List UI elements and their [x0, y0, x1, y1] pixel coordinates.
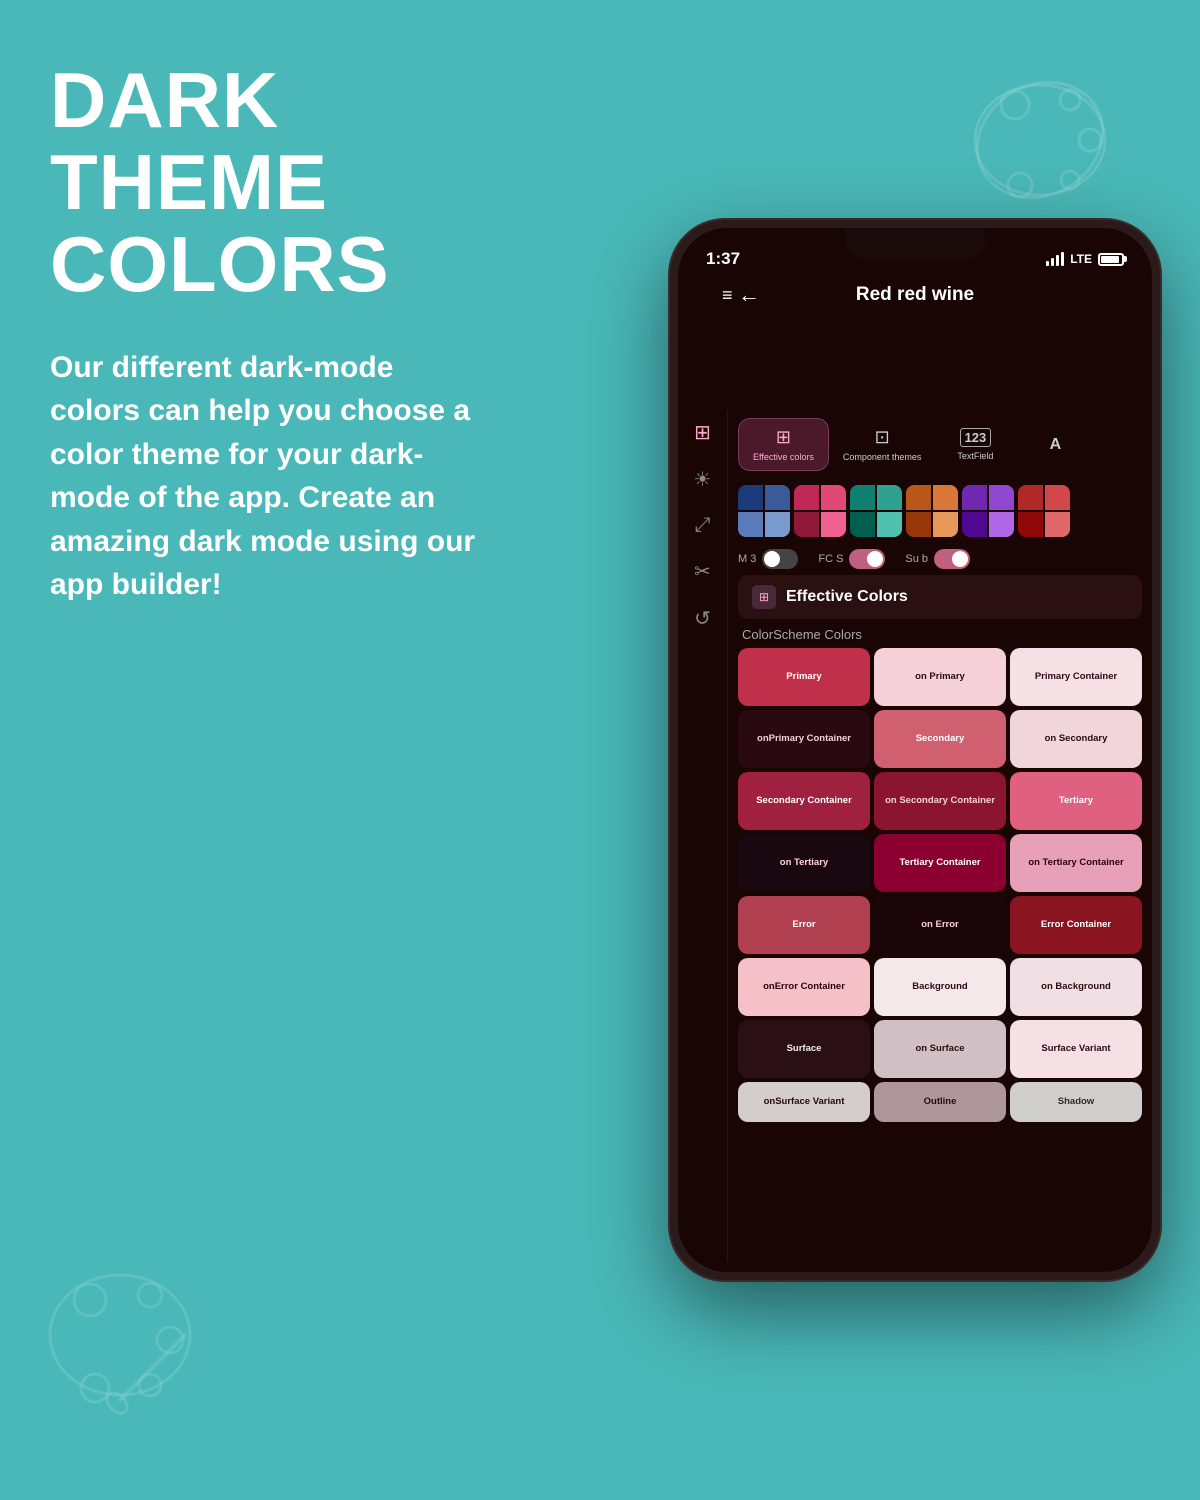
swatch-group-5[interactable] — [962, 485, 1014, 537]
effective-colors-tab-label: Effective colors — [753, 452, 814, 462]
color-row-1: Primary on Primary Primary Container — [738, 648, 1142, 706]
chip-on-error[interactable]: on Error — [874, 896, 1006, 954]
swatch-group-4[interactable] — [906, 485, 958, 537]
component-themes-tab-label: Component themes — [843, 452, 922, 462]
chip-background[interactable]: Background — [874, 958, 1006, 1016]
phone-screen: 1:37 LTE ≡ ← Red — [678, 228, 1152, 1272]
phone-container: 1:37 LTE ≡ ← Red — [670, 220, 1160, 1280]
toggle-m3-switch[interactable] — [762, 549, 798, 569]
chip-on-primary-container[interactable]: onPrimary Container — [738, 710, 870, 768]
tab-textfield[interactable]: 123 TextField — [935, 418, 1015, 471]
status-time: 1:37 — [706, 249, 740, 269]
brightness-icon[interactable]: ☀ — [694, 467, 712, 492]
more-tab-icon: A — [1050, 436, 1062, 454]
toggle-fcs-label: FC S — [818, 553, 843, 565]
volume-up-button — [670, 423, 673, 483]
toggle-m3[interactable]: M 3 — [738, 549, 798, 569]
phone-notch — [845, 228, 985, 260]
effective-colors-icon: ⊞ — [752, 585, 776, 609]
chip-tertiary[interactable]: Tertiary — [1010, 772, 1142, 830]
color-row-7: Surface on Surface Surface Variant — [738, 1020, 1142, 1078]
scissors-icon[interactable]: ✂ — [694, 559, 711, 584]
volume-down-button — [670, 493, 673, 553]
chip-shadow[interactable]: Shadow — [1010, 1082, 1142, 1122]
chip-on-surface-variant[interactable]: onSurface Variant — [738, 1082, 870, 1122]
color-grid: Primary on Primary Primary Container onP… — [728, 648, 1152, 1122]
swatches-section — [728, 479, 1152, 543]
power-button — [1157, 408, 1160, 478]
swatch-group-6[interactable] — [1018, 485, 1070, 537]
back-button[interactable]: ← — [738, 282, 760, 308]
chip-tertiary-container[interactable]: Tertiary Container — [874, 834, 1006, 892]
color-row-3: Secondary Container on Secondary Contain… — [738, 772, 1142, 830]
color-row-4: on Tertiary Tertiary Container on Tertia… — [738, 834, 1142, 892]
color-row-8: onSurface Variant Outline Shadow — [738, 1082, 1142, 1122]
palette-decoration-bottom-left — [30, 1240, 230, 1440]
tab-effective-colors[interactable]: ⊞ Effective colors — [738, 418, 829, 471]
app-header: ≡ ← Red red wine — [678, 276, 1152, 314]
chip-on-background[interactable]: on Background — [1010, 958, 1142, 1016]
battery-icon — [1098, 253, 1124, 266]
left-content: DARK THEME COLORS Our different dark-mod… — [50, 60, 480, 607]
lte-label: LTE — [1070, 252, 1092, 266]
toggle-fcs-switch[interactable] — [849, 549, 885, 569]
toggle-m3-label: M 3 — [738, 553, 756, 565]
swatches-row — [738, 485, 1142, 537]
chip-error[interactable]: Error — [738, 896, 870, 954]
toggle-sub-switch[interactable] — [934, 549, 970, 569]
toggle-sub-label: Su b — [905, 553, 928, 565]
sidebar-strip: ⊞ ☀ ⤢ ✂ ↺ — [678, 410, 728, 1262]
palette-decoration-top-right — [960, 50, 1140, 210]
chip-on-primary[interactable]: on Primary — [874, 648, 1006, 706]
colorscheme-label: ColorScheme Colors — [728, 619, 1152, 648]
app-title: Red red wine — [856, 284, 974, 306]
grid-icon[interactable]: ⊞ — [694, 420, 711, 445]
mute-button — [670, 368, 673, 408]
textfield-tab-label: TextField — [957, 451, 993, 461]
color-row-6: onError Container Background on Backgrou… — [738, 958, 1142, 1016]
chip-on-error-container[interactable]: onError Container — [738, 958, 870, 1016]
refresh-icon[interactable]: ↺ — [694, 606, 711, 631]
chip-surface-variant[interactable]: Surface Variant — [1010, 1020, 1142, 1078]
main-content: ⊞ Effective colors ⊡ Component themes 12… — [728, 410, 1152, 1262]
textfield-tab-icon: 123 — [960, 428, 992, 447]
status-icons: LTE — [1046, 252, 1124, 266]
color-row-2: onPrimary Container Secondary on Seconda… — [738, 710, 1142, 768]
chip-on-secondary[interactable]: on Secondary — [1010, 710, 1142, 768]
chip-primary[interactable]: Primary — [738, 648, 870, 706]
swatch-group-1[interactable] — [738, 485, 790, 537]
main-title: DARK THEME COLORS — [50, 60, 480, 306]
toggle-sub[interactable]: Su b — [905, 549, 970, 569]
tab-component-themes[interactable]: ⊡ Component themes — [829, 418, 936, 471]
chip-surface[interactable]: Surface — [738, 1020, 870, 1078]
chip-error-container[interactable]: Error Container — [1010, 896, 1142, 954]
chip-on-surface[interactable]: on Surface — [874, 1020, 1006, 1078]
signal-bars-icon — [1046, 252, 1064, 266]
chip-on-secondary-container[interactable]: on Secondary Container — [874, 772, 1006, 830]
chip-outline[interactable]: Outline — [874, 1082, 1006, 1122]
chip-primary-container[interactable]: Primary Container — [1010, 648, 1142, 706]
tab-more[interactable]: A — [1015, 418, 1095, 471]
phone-shell: 1:37 LTE ≡ ← Red — [670, 220, 1160, 1280]
component-themes-tab-icon: ⊡ — [875, 427, 890, 448]
subtitle-text: Our different dark-mode colors can help … — [50, 346, 480, 607]
effective-colors-title: Effective Colors — [786, 588, 908, 606]
chip-secondary-container[interactable]: Secondary Container — [738, 772, 870, 830]
swatch-group-2[interactable] — [794, 485, 846, 537]
expand-icon[interactable]: ⤢ — [695, 514, 711, 537]
color-row-5: Error on Error Error Container — [738, 896, 1142, 954]
effective-colors-tab-icon: ⊞ — [776, 427, 791, 448]
tabs-row: ⊞ Effective colors ⊡ Component themes 12… — [728, 410, 1152, 479]
swatch-group-3[interactable] — [850, 485, 902, 537]
toggle-fcs[interactable]: FC S — [818, 549, 885, 569]
effective-colors-header: ⊞ Effective Colors — [738, 575, 1142, 619]
toggles-row: M 3 FC S Su b — [728, 543, 1152, 575]
menu-icon[interactable]: ≡ — [722, 285, 733, 306]
chip-secondary[interactable]: Secondary — [874, 710, 1006, 768]
chip-on-tertiary-container[interactable]: on Tertiary Container — [1010, 834, 1142, 892]
chip-on-tertiary[interactable]: on Tertiary — [738, 834, 870, 892]
